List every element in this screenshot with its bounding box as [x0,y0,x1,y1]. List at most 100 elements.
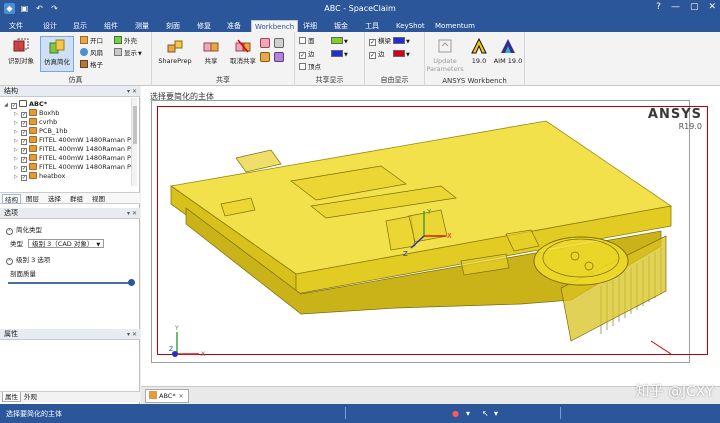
tab-structure[interactable]: 结构 [2,194,21,204]
edge-checkbox[interactable]: ✓ [299,52,306,59]
tab-display[interactable]: 显示 [70,20,90,32]
status-separator [345,407,346,419]
design-viewport[interactable]: 选择要简化的主体 ANSYS R19.0 Y X Z Y X Z [141,86,720,386]
beam-checkbox[interactable]: ✓ [369,39,376,46]
tree-scrollbar[interactable] [131,98,137,186]
beam-color-picker[interactable]: ▼ [393,36,410,46]
opening-button[interactable]: 开口 [80,36,103,46]
resize-arrow-annotation [650,340,672,355]
tab-groups[interactable]: 群组 [68,194,85,204]
expand-arrow-icon[interactable]: ▷ [14,173,21,182]
group-share-display: 面 ✓ 边 顶点 ▼ ▼ 共享显示 [295,32,365,86]
tab-facets[interactable]: 刻面 [163,20,183,32]
tab-sheet-metal[interactable]: 钣金 [331,20,351,32]
tree-item-root[interactable]: ◢ ✓ ABC* [4,100,47,109]
tab-appearance[interactable]: 外观 [22,392,39,402]
tab-assembly[interactable]: 组件 [101,20,121,32]
close-icon[interactable]: ✕ [179,393,184,400]
tab-detailing[interactable]: 详细 [300,20,320,32]
tab-layers[interactable]: 图层 [24,194,41,204]
selection-filter-icon[interactable]: ▾ [466,409,470,418]
tab-momentum[interactable]: Momentum [432,20,478,32]
share-display-vertex-row[interactable]: 顶点 [299,62,321,72]
fan-button[interactable]: 风扇 [80,48,103,58]
tab-measure[interactable]: 测量 [132,20,152,32]
face-label: 面 [308,37,315,45]
select-mode-icon[interactable]: ▾ [494,409,498,418]
maximize-button[interactable]: ▢ [690,2,699,12]
share-display-edge-row[interactable]: ✓ 边 [299,49,315,59]
panel-pin-icon[interactable]: ▾ ✕ [127,86,137,97]
type-select[interactable]: 级别 3（CAD 对象） ▼ [28,239,105,248]
tab-views[interactable]: 视图 [90,194,107,204]
tree-item[interactable]: ▷ ✓ heatbox [14,172,65,181]
simplify-type-section[interactable]: ⌃ 简化类型 [6,224,42,235]
section-quality-slider[interactable] [8,279,135,286]
share-icon [203,42,219,52]
help-button[interactable]: ? [656,2,661,12]
show-button[interactable]: 显示▼ [114,48,142,58]
face-checkbox[interactable] [299,37,306,44]
edge-color-picker[interactable]: ▼ [331,49,348,59]
collapse-section-icon[interactable]: ⌃ [6,228,13,235]
tab-prepare[interactable]: 准备 [224,20,244,32]
visibility-checkbox[interactable]: ✓ [21,175,27,181]
tree-item[interactable]: ▷ ✓ FITEL 400mW 1480Raman P [14,163,131,172]
slider-handle[interactable] [128,279,135,286]
identify-objects-button[interactable]: 识别对象 [4,36,38,72]
close-button[interactable]: ✕ [708,2,716,12]
tab-workbench[interactable]: Workbench [251,20,299,32]
group-label-share: 共享 [216,76,230,84]
simplify-simulation-button[interactable]: 仿真简化 [40,36,74,72]
shareprep-button[interactable]: SharePrep [156,36,194,72]
aim-19-button[interactable]: AIM 19.0 [493,36,523,72]
tab-repair[interactable]: 修复 [194,20,214,32]
update-parameters-icon [438,39,452,53]
document-tab-abc[interactable]: ABC* ✕ [145,389,189,403]
share-button[interactable]: 共享 [194,36,228,72]
tab-selection[interactable]: 选择 [46,194,63,204]
panel-pin-icon[interactable]: ▾ ✕ [127,208,137,219]
tree-item[interactable]: ▷ ✓ Boxhb [14,109,59,118]
scrollbar-thumb[interactable] [133,106,137,144]
opening-label: 开口 [90,37,103,45]
free-edge-color-picker[interactable]: ▼ [393,49,410,59]
level-options-section[interactable]: ⌃ 级别 3 选项 [6,254,50,265]
minimize-button[interactable]: — [671,2,680,12]
fan-icon [80,48,88,56]
cad-model[interactable]: Y X Z Y X Z [141,86,720,386]
model-round-flange[interactable] [533,236,629,286]
ansys-19-button[interactable]: 19.0 [465,36,493,72]
tree-item[interactable]: ▷ ✓ PCB_1hb [14,127,68,136]
shell-button[interactable]: 外壳 [114,36,137,46]
face-color-picker[interactable]: ▼ [331,36,348,46]
tab-tools[interactable]: 工具 [362,20,382,32]
tab-properties[interactable]: 属性 [2,392,21,402]
tab-file[interactable]: 文件 [6,20,26,32]
document-tab-bar: ABC* ✕ 知乎 @JCXY [141,384,720,404]
share-option-pink-icon[interactable] [260,38,270,48]
vertex-checkbox[interactable] [299,63,306,70]
expand-arrow-icon[interactable]: ◢ [4,101,11,110]
tab-keyshot[interactable]: KeyShot [393,20,428,32]
update-parameters-button[interactable]: Update Parameters [425,36,465,73]
free-display-edge-row[interactable]: ✓ 边 [369,49,385,59]
share-display-face-row[interactable]: 面 [299,36,315,46]
tree-item[interactable]: ▷ ✓ FITEL 400mW 1480Raman P [14,145,131,154]
panel-pin-icon[interactable]: ▾ ✕ [127,329,137,340]
grid-button[interactable]: 格子 [80,60,103,70]
share-option-gray-icon[interactable] [274,38,284,48]
free-edge-checkbox[interactable]: ✓ [369,52,376,59]
collapse-section-icon[interactable]: ⌃ [6,258,13,265]
tree-item[interactable]: ▷ ✓ cvrhb [14,118,57,127]
free-display-beam-row[interactable]: ✓ 横梁 [369,36,391,46]
error-icon[interactable]: ● [452,409,459,418]
unshare-button[interactable]: 取消共享 [226,36,260,72]
select-mode-icon[interactable]: ↖ [482,409,489,418]
tree-item[interactable]: ▷ ✓ FITEL 400mW 1480Raman P [14,136,131,145]
share-option-purple-icon[interactable] [274,52,284,62]
share-option-orange-icon[interactable] [260,52,270,62]
component-icon [29,118,37,125]
tree-item[interactable]: ▷ ✓ FITEL 400mW 1480Raman P [14,154,131,163]
tab-design[interactable]: 设计 [40,20,60,32]
